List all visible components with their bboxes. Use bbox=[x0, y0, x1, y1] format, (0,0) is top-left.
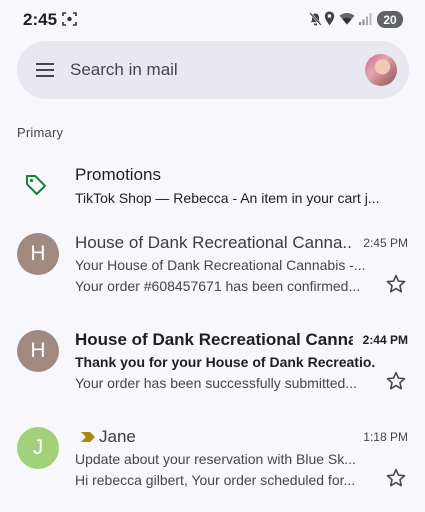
sender-avatar[interactable]: H bbox=[17, 330, 59, 372]
email-time: 2:45 PM bbox=[363, 236, 408, 250]
sender-name: House of Dank Recreational Canna... bbox=[75, 233, 353, 252]
email-snippet: Your order #608457671 has been confirmed… bbox=[75, 278, 361, 294]
star-icon[interactable] bbox=[385, 273, 407, 295]
hamburger-menu-icon[interactable] bbox=[36, 63, 56, 77]
signal-icon bbox=[359, 13, 372, 25]
email-row[interactable]: H House of Dank Recreational Canna... 2:… bbox=[0, 330, 425, 410]
email-snippet: Your order has been successfully submitt… bbox=[75, 375, 357, 391]
search-input[interactable]: Search in mail bbox=[70, 60, 178, 80]
battery-badge: 20 bbox=[377, 11, 403, 28]
wifi-icon bbox=[339, 13, 355, 25]
email-subject: Update about your reservation with Blue … bbox=[75, 451, 356, 467]
tag-icon bbox=[26, 175, 46, 195]
sender-avatar[interactable]: H bbox=[17, 233, 59, 275]
status-time: 2:45 bbox=[23, 10, 58, 29]
email-row[interactable]: H House of Dank Recreational Canna... 2:… bbox=[0, 233, 425, 313]
email-snippet: Hi rebecca gilbert, Your order scheduled… bbox=[75, 472, 356, 488]
sender-avatar[interactable]: J bbox=[17, 427, 59, 469]
sender-name: Jane bbox=[99, 427, 136, 446]
sender-name: House of Dank Recreational Canna... bbox=[75, 330, 353, 349]
email-time: 2:44 PM bbox=[362, 333, 408, 347]
important-marker-icon[interactable] bbox=[80, 431, 96, 443]
star-icon[interactable] bbox=[385, 370, 407, 392]
mute-icon bbox=[309, 12, 322, 26]
status-bar: 2:45 20 bbox=[0, 0, 425, 40]
location-icon bbox=[324, 11, 335, 26]
promotions-row[interactable]: Promotions TikTok Shop — Rebecca - An it… bbox=[0, 155, 425, 217]
email-time: 1:18 PM bbox=[363, 430, 408, 444]
account-avatar[interactable] bbox=[365, 54, 397, 86]
screenshot-icon bbox=[62, 12, 77, 26]
email-subject: Your House of Dank Recreational Cannabis… bbox=[75, 257, 366, 273]
search-bar[interactable]: Search in mail bbox=[17, 41, 409, 99]
promotions-snippet: TikTok Shop — Rebecca - An item in your … bbox=[75, 190, 380, 206]
promotions-title: Promotions bbox=[75, 165, 161, 184]
section-label-primary: Primary bbox=[17, 125, 64, 140]
star-icon[interactable] bbox=[385, 467, 407, 489]
email-subject: Thank you for your House of Dank Recreat… bbox=[75, 354, 375, 370]
email-row[interactable]: J Jane 1:18 PM Update about your reserva… bbox=[0, 427, 425, 507]
